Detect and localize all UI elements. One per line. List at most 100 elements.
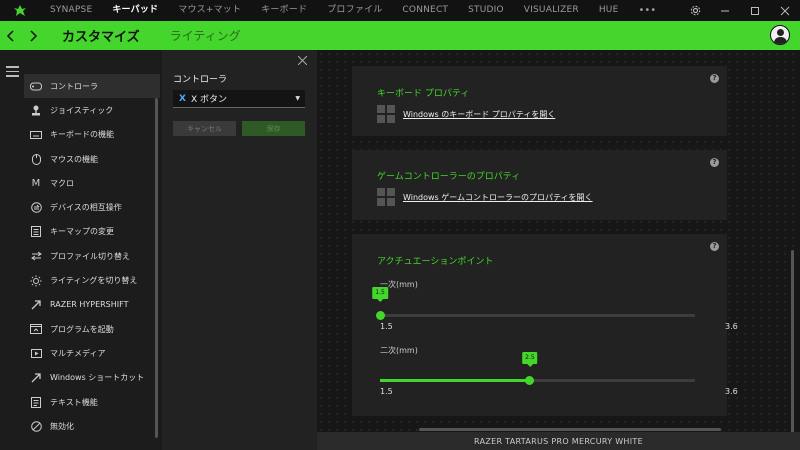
nav-tab[interactable]: CONNECT [392, 0, 458, 21]
secondary-slider-label: 二次(mm) [380, 346, 418, 355]
tab-customize[interactable]: カスタマイズ [62, 26, 140, 45]
controller-config-panel: コントローラ X X ボタン ▼ キャンセル 保存 [162, 50, 317, 450]
sidebar-item-label: マクロ [50, 178, 74, 188]
back-arrow-icon[interactable] [0, 21, 22, 50]
nav-tab[interactable]: キーパッド [102, 0, 168, 21]
windows-logo-icon [377, 188, 395, 206]
sidebar-item-label: コントローラ [50, 81, 98, 91]
section-header-bar: カスタマイズ ライティング [0, 21, 800, 50]
horizontal-scrollbar[interactable] [419, 428, 721, 431]
slider-thumb[interactable]: 1.5 [372, 287, 388, 320]
panel-label: コントローラ [173, 75, 228, 85]
sidebar-item[interactable]: コントローラ [24, 74, 160, 99]
function-sidebar: コントローラジョイスティック キーボードの機能 マウスの機能 M マクロデバイスの相互操… [0, 50, 160, 450]
sidebar-item-label: 無効化 [50, 421, 74, 431]
main-scrollbar[interactable] [791, 250, 794, 440]
slider-value-tooltip: 2.5 [522, 352, 538, 367]
gamepad-icon [30, 80, 42, 92]
sidebar-item[interactable]: プログラムを起動 [24, 317, 160, 341]
multimedia-icon [30, 347, 42, 359]
x-button-icon: X [179, 93, 186, 104]
sidebar-item-label: ジョイスティック [50, 105, 114, 115]
sidebar-item[interactable]: プロファイル切り替え [24, 244, 160, 268]
sidebar-item-label: デバイスの相互操作 [50, 203, 122, 213]
sidebar-item[interactable]: テキスト機能 [24, 390, 160, 414]
slider-min-label: 1.5 [380, 387, 393, 396]
help-icon[interactable]: ? [710, 242, 719, 251]
interdevice-icon [30, 202, 42, 214]
windows-logo-icon [377, 105, 395, 123]
sidebar-item-label: ライティングを切り替え [50, 276, 138, 286]
sidebar-item-label: プログラムを起動 [50, 324, 114, 334]
nav-tab[interactable]: SYNAPSE [40, 0, 102, 21]
hamburger-menu-icon[interactable] [6, 66, 19, 77]
lighting-icon [30, 275, 42, 287]
sidebar-item[interactable]: マルチメディア [24, 341, 160, 365]
sidebar-item-label: RAZER HYPERSHIFT [50, 300, 129, 310]
more-menu-button[interactable]: ••• [629, 5, 667, 16]
user-avatar[interactable] [770, 25, 790, 45]
gamepad-properties-card: ? ゲームコントローラーのプロパティ Windows ゲームコントローラーのプロ… [352, 150, 727, 220]
maximize-button[interactable] [740, 0, 770, 21]
keymap-icon [30, 226, 42, 238]
card-title: アクチュエーションポイント [377, 257, 494, 267]
primary-actuation-slider[interactable]: 1.5 [372, 287, 695, 320]
nav-tab[interactable]: マウス+マット [168, 0, 251, 21]
save-button[interactable]: 保存 [242, 121, 305, 136]
top-nav-bar: SYNAPSE キーパッド マウス+マット キーボード プロファイル CONNECT STU… [0, 0, 800, 21]
sidebar-item-label: テキスト機能 [50, 397, 98, 407]
nav-tab[interactable]: VISUALIZER [514, 0, 589, 21]
slider-min-label: 1.5 [380, 322, 393, 331]
sidebar-item[interactable]: デバイスの相互操作 [24, 195, 160, 219]
profile-switch-icon [30, 250, 42, 262]
windows-shortcut-icon [30, 372, 42, 384]
cancel-button[interactable]: キャンセル [173, 121, 236, 136]
minimize-button[interactable] [710, 0, 740, 21]
close-window-button[interactable] [770, 0, 800, 21]
chevron-down-icon: ▼ [295, 95, 300, 102]
sidebar-item[interactable]: キーボードの機能 [24, 123, 160, 147]
sidebar-item-label: マルチメディア [50, 348, 106, 358]
select-value: X ボタン [190, 95, 227, 105]
slider-thumb[interactable]: 2.5 [522, 352, 538, 385]
sidebar-item[interactable]: M マクロ [24, 171, 160, 195]
card-title: キーボード プロパティ [377, 89, 470, 99]
sidebar-item[interactable]: ジョイスティック [24, 98, 160, 122]
sidebar-item-label: マウスの機能 [50, 154, 98, 164]
razer-logo-icon[interactable] [0, 0, 40, 21]
slider-value-tooltip: 1.5 [372, 287, 388, 302]
sidebar-item-label: キーマップの変更 [50, 227, 114, 237]
launch-program-icon [30, 323, 42, 335]
sidebar-item[interactable]: 無効化 [24, 414, 160, 438]
nav-tab[interactable]: プロファイル [317, 0, 392, 21]
tab-lighting[interactable]: ライティング [170, 27, 241, 44]
nav-tab[interactable]: HUE [589, 0, 629, 21]
main-content: ? キーボード プロパティ Windows のキーボード プロパティを開く ? … [317, 50, 800, 450]
sidebar-item[interactable]: マウスの機能 [24, 147, 160, 171]
controller-button-select[interactable]: X X ボタン ▼ [173, 90, 305, 108]
close-icon[interactable] [297, 54, 308, 69]
slider-max-label: 3.6 [725, 322, 738, 331]
keyboard-icon [30, 129, 42, 141]
help-icon[interactable]: ? [710, 158, 719, 167]
sidebar-item[interactable]: キーマップの変更 [24, 220, 160, 244]
help-icon[interactable]: ? [710, 74, 719, 83]
slider-max-label: 3.6 [725, 387, 738, 396]
open-gamepad-properties-link[interactable]: Windows ゲームコントローラーのプロパティを開く [377, 188, 593, 206]
secondary-actuation-slider[interactable]: 2.5 [380, 352, 695, 385]
actuation-point-card: ? アクチュエーションポイント 一次(mm) 1.5 1.5 3.6 二次(mm… [352, 234, 738, 416]
nav-tab[interactable]: キーボード [251, 0, 317, 21]
forward-arrow-icon[interactable] [22, 21, 44, 50]
keyboard-properties-card: ? キーボード プロパティ Windows のキーボード プロパティを開く [352, 66, 727, 136]
sidebar-item[interactable]: RAZER HYPERSHIFT [24, 293, 160, 317]
settings-gear-icon[interactable] [680, 0, 710, 21]
sidebar-item-label: キーボードの機能 [50, 130, 114, 140]
nav-tab[interactable]: STUDIO [458, 0, 514, 21]
sidebar-item[interactable]: Windows ショートカット [24, 366, 160, 390]
open-keyboard-properties-link[interactable]: Windows のキーボード プロパティを開く [377, 105, 555, 123]
joystick-icon [30, 104, 42, 116]
text-icon [30, 396, 42, 408]
sidebar-item[interactable]: ライティングを切り替え [24, 268, 160, 292]
hypershift-icon [30, 299, 42, 311]
sidebar-scrollbar[interactable] [155, 98, 158, 438]
